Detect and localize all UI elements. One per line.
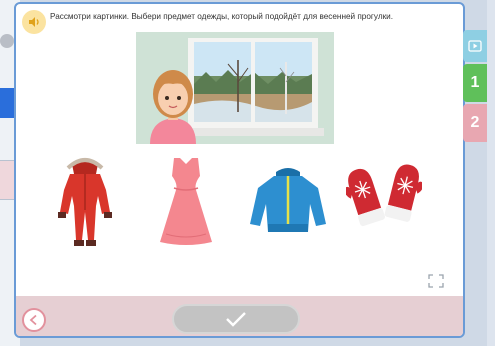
task-illustration [136,32,334,144]
answer-option-snowsuit[interactable] [50,154,120,249]
task-card: Рассмотри картинки. Выбери предмет одежд… [14,2,465,338]
pink-dress-image [160,158,212,245]
back-button[interactable] [22,308,46,332]
answer-option-jacket[interactable] [246,154,330,249]
check-answer-button[interactable] [172,304,300,334]
video-icon [468,40,482,52]
task-footer [16,296,463,336]
tab-task-1[interactable]: 1 [463,64,487,102]
fullscreen-icon[interactable] [428,274,444,288]
checkmark-icon [226,312,246,327]
answer-option-mittens[interactable] [344,154,423,249]
answer-options [16,154,463,254]
background-right-strip [487,0,495,346]
answer-option-dress[interactable] [154,154,218,249]
tab-task-2[interactable]: 2 [463,104,487,142]
chevron-left-icon [29,314,37,326]
background-blue-block [0,88,14,118]
blue-jacket-image [250,168,326,232]
speaker-button[interactable] [22,10,46,34]
red-snowsuit-image [58,158,112,246]
background-button [0,34,14,48]
speaker-icon [29,17,39,27]
task-instruction: Рассмотри картинки. Выбери предмет одежд… [50,12,394,21]
tab-video[interactable] [463,30,487,62]
red-mittens-image [344,164,423,227]
